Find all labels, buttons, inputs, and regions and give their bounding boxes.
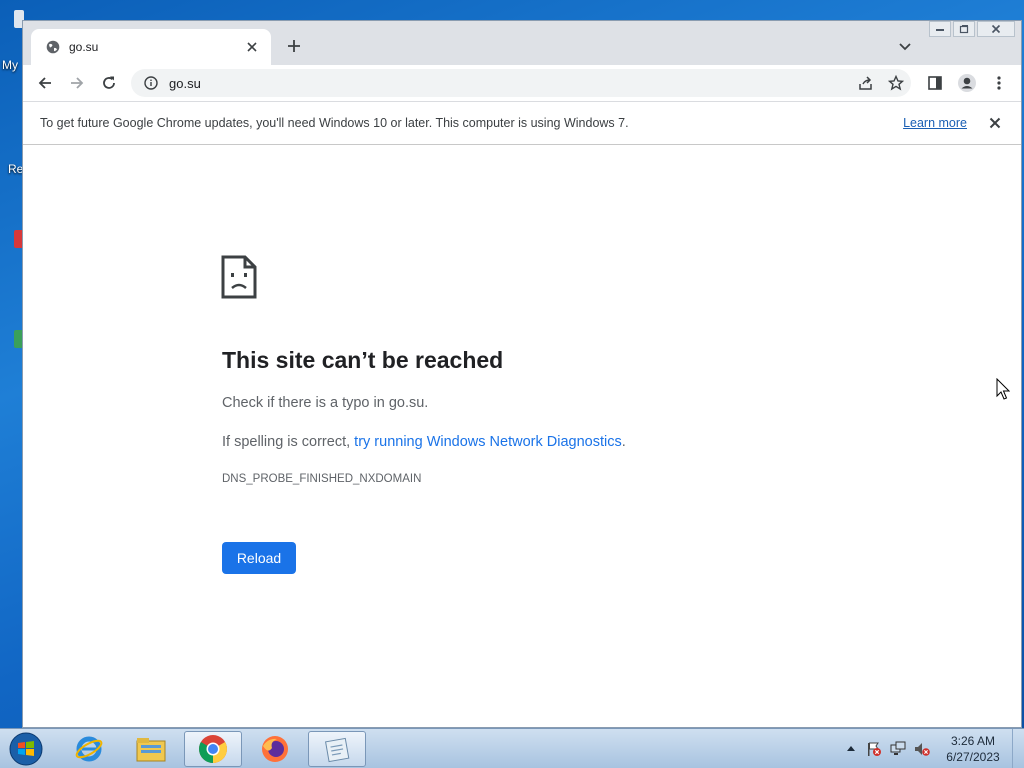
minimize-button[interactable] [929, 21, 951, 37]
action-center-flag-icon[interactable] [866, 741, 882, 757]
mouse-cursor-icon [996, 377, 1011, 400]
show-desktop-button[interactable] [1012, 729, 1024, 768]
side-panel-icon[interactable] [919, 67, 951, 99]
sad-page-icon [221, 255, 257, 299]
back-button[interactable] [29, 67, 61, 99]
infobar-message: To get future Google Chrome updates, you… [40, 116, 629, 130]
tab-go-su[interactable]: go.su [31, 29, 271, 65]
reload-button[interactable]: Reload [222, 542, 296, 574]
network-diagnostics-link[interactable]: try running Windows Network Diagnostics [354, 434, 622, 450]
forward-button[interactable] [61, 67, 93, 99]
desktop-icon-label-my-computer[interactable]: My [2, 58, 18, 72]
menu-kebab-icon[interactable] [983, 67, 1015, 99]
close-infobar-icon[interactable] [983, 111, 1007, 135]
network-icon[interactable] [890, 741, 906, 757]
address-bar[interactable]: go.su [131, 69, 911, 97]
learn-more-link[interactable]: Learn more [903, 116, 967, 130]
restore-button[interactable] [953, 21, 975, 37]
taskbar-google-chrome[interactable] [184, 731, 242, 767]
error-title: This site can’t be reached [222, 347, 504, 373]
taskbar-notepad[interactable] [308, 731, 366, 767]
chrome-window: go.su go.su To get future Google Chrome … [22, 20, 1022, 728]
taskbar: 3:26 AM 6/27/2023 [0, 728, 1024, 768]
error-diagnostics-suffix: . [621, 434, 626, 450]
taskbar-clock[interactable]: 3:26 AM 6/27/2023 [942, 733, 1004, 765]
site-info-icon[interactable] [143, 75, 159, 91]
clock-time: 3:26 AM [950, 734, 996, 748]
tab-strip: go.su [23, 21, 1021, 65]
close-tab-icon[interactable] [243, 38, 261, 56]
new-tab-button[interactable] [283, 35, 305, 57]
tray-overflow-chevron-icon[interactable] [846, 743, 856, 753]
reload-toolbar-button[interactable] [93, 67, 125, 99]
close-window-button[interactable] [977, 21, 1015, 37]
tab-title: go.su [69, 40, 99, 54]
globe-icon [45, 39, 61, 55]
volume-muted-icon[interactable] [914, 741, 930, 757]
taskbar-windows-explorer[interactable] [122, 731, 180, 767]
start-button[interactable] [6, 730, 46, 768]
clock-date: 6/27/2023 [946, 750, 1000, 764]
url-text[interactable]: go.su [169, 76, 851, 91]
navigation-toolbar: go.su [23, 65, 1021, 101]
error-diagnostics-prefix: If spelling is correct, [222, 434, 355, 450]
error-code: DNS_PROBE_FINISHED_NXDOMAIN [222, 473, 422, 485]
error-typo-hint: Check if there is a typo in go.su. [222, 395, 429, 411]
error-page: This site can’t be reached Check if ther… [23, 145, 1021, 727]
taskbar-internet-explorer[interactable] [60, 731, 118, 767]
profile-avatar-icon[interactable] [951, 67, 983, 99]
tab-search-chevron-icon[interactable] [895, 37, 915, 57]
error-diagnostics-line: If spelling is correct, try running Wind… [222, 434, 626, 450]
bookmark-star-icon[interactable] [881, 69, 911, 97]
taskbar-firefox[interactable] [246, 731, 304, 767]
update-infobar: To get future Google Chrome updates, you… [23, 101, 1021, 145]
share-icon[interactable] [851, 69, 881, 97]
